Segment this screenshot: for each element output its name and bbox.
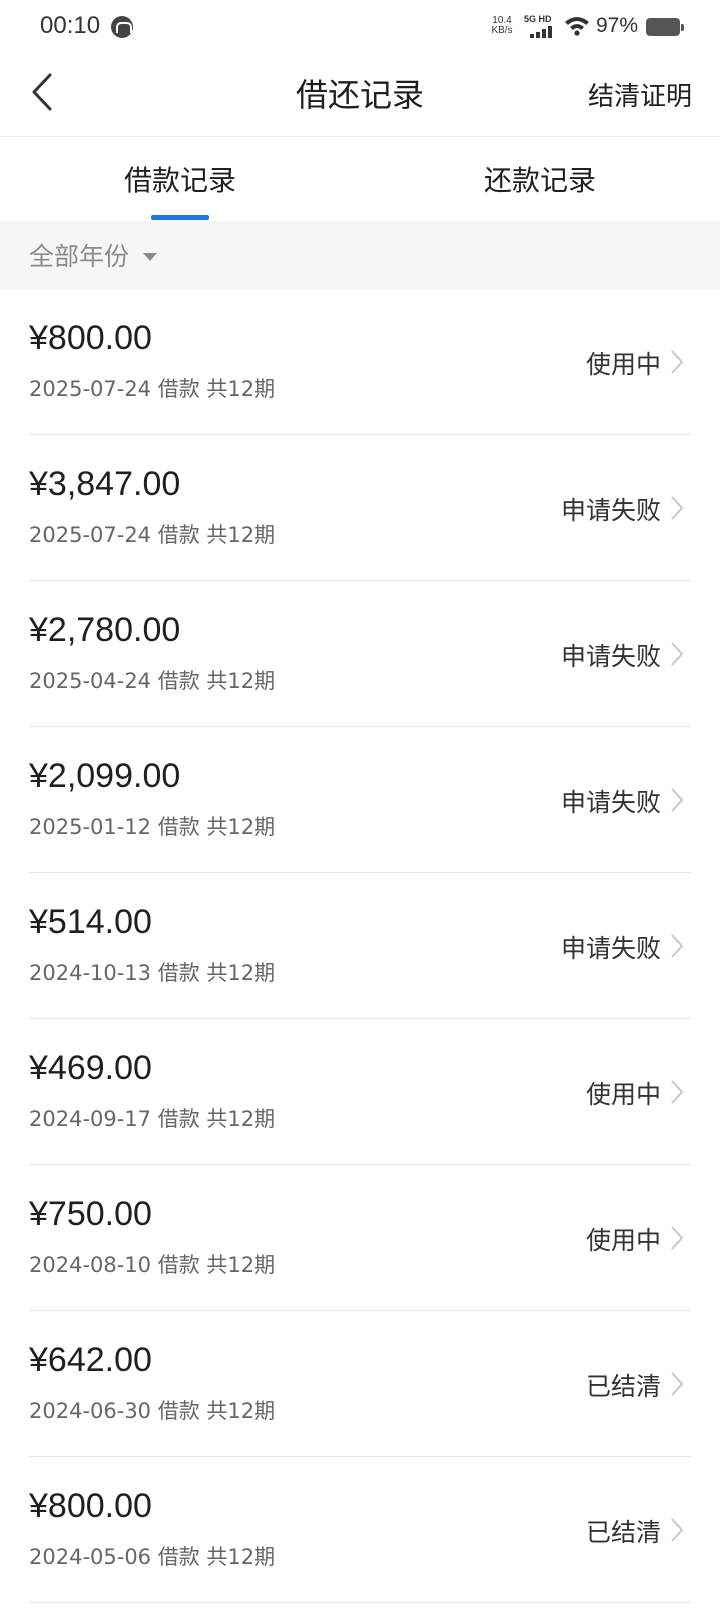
loan-record-row[interactable]: ¥800.00 2024-05-06 借款 共12期 已结清: [29, 1457, 691, 1603]
loan-record-row[interactable]: ¥514.00 2024-10-13 借款 共12期 申请失败: [29, 873, 691, 1019]
loan-meta: 2024-08-10 借款 共12期: [29, 1253, 276, 1277]
loan-meta: 2024-06-30 借款 共12期: [29, 1399, 276, 1423]
loan-meta: 2025-01-12 借款 共12期: [29, 815, 276, 839]
loan-amount: ¥800.00: [29, 1487, 152, 1525]
loan-status: 申请失败: [560, 642, 661, 671]
chevron-right-icon: [671, 496, 684, 520]
loan-amount: ¥469.00: [29, 1049, 152, 1087]
chevron-right-icon: [671, 1080, 684, 1104]
loan-meta: 2024-05-06 借款 共12期: [29, 1545, 276, 1569]
loan-amount: ¥750.00: [29, 1195, 152, 1233]
loan-amount: ¥3,847.00: [29, 465, 181, 503]
loan-record-row[interactable]: ¥750.00 2024-08-10 借款 共12期 使用中: [29, 1165, 691, 1311]
loan-status: 使用中: [585, 1080, 661, 1109]
chevron-right-icon: [671, 642, 684, 666]
tab-borrow-records[interactable]: 借款记录: [0, 137, 360, 221]
tab-repay-records[interactable]: 还款记录: [360, 137, 720, 221]
year-filter[interactable]: 全部年份: [0, 221, 720, 289]
loan-amount: ¥2,099.00: [29, 757, 181, 795]
loan-amount: ¥642.00: [29, 1341, 152, 1379]
loan-meta: 2024-09-17 借款 共12期: [29, 1107, 276, 1131]
network-type-label: 5G HD: [524, 14, 552, 24]
loan-meta: 2025-04-24 借款 共12期: [29, 669, 276, 693]
loan-status: 申请失败: [560, 496, 661, 525]
loan-status: 已结清: [585, 1518, 661, 1547]
loan-meta: 2025-07-24 借款 共12期: [29, 377, 276, 401]
network-speed: 10.4 KB/s: [488, 16, 516, 36]
loan-record-row[interactable]: ¥2,780.00 2025-04-24 借款 共12期 申请失败: [29, 581, 691, 727]
loan-status: 使用中: [585, 1226, 661, 1255]
loan-status: 已结清: [585, 1372, 661, 1401]
chevron-right-icon: [671, 350, 684, 374]
loan-record-row[interactable]: ¥3,847.00 2025-07-24 借款 共12期 申请失败: [29, 435, 691, 581]
caret-down-icon: [143, 252, 158, 261]
loan-status: 申请失败: [560, 788, 661, 817]
loan-meta: 2025-07-24 借款 共12期: [29, 523, 276, 547]
loan-status: 使用中: [585, 350, 661, 379]
loan-record-row[interactable]: ¥469.00 2024-09-17 借款 共12期 使用中: [29, 1019, 691, 1165]
chevron-right-icon: [671, 788, 684, 812]
wifi-icon: [565, 17, 589, 36]
chevron-right-icon: [671, 1372, 684, 1396]
loan-records-list: ¥800.00 2025-07-24 借款 共12期 使用中 ¥3,847.00…: [0, 289, 720, 1603]
chevron-right-icon: [671, 1518, 684, 1542]
loan-status: 申请失败: [560, 934, 661, 963]
loan-amount: ¥2,780.00: [29, 611, 181, 649]
battery-icon: [646, 18, 684, 36]
chevron-right-icon: [671, 1226, 684, 1250]
loan-record-row[interactable]: ¥642.00 2024-06-30 借款 共12期 已结清: [29, 1311, 691, 1457]
chevron-right-icon: [671, 934, 684, 958]
status-time: 00:10: [40, 12, 101, 39]
cellular-signal-icon: 5G HD: [524, 14, 558, 40]
loan-record-row[interactable]: ¥2,099.00 2025-01-12 借款 共12期 申请失败: [29, 727, 691, 873]
status-bar: 00:10 10.4 KB/s 5G HD 97%: [0, 0, 720, 56]
network-speed-unit: KB/s: [491, 25, 513, 36]
loan-amount: ¥800.00: [29, 319, 152, 357]
loan-record-row[interactable]: ¥800.00 2025-07-24 借款 共12期 使用中: [29, 289, 691, 435]
record-tabs: 借款记录 还款记录: [0, 137, 720, 221]
notification-app-icon: [111, 16, 133, 38]
borrow-repay-records-screen: 00:10 10.4 KB/s 5G HD 97% 借还记录 结清证明 借款记录…: [0, 0, 720, 1612]
loan-amount: ¥514.00: [29, 903, 152, 941]
settlement-certificate-button[interactable]: 结清证明: [588, 76, 692, 113]
navigation-header: 借还记录 结清证明: [0, 56, 720, 136]
battery-percent: 97%: [596, 14, 639, 37]
year-filter-label: 全部年份: [29, 242, 130, 271]
loan-meta: 2024-10-13 借款 共12期: [29, 961, 276, 985]
active-tab-indicator: [151, 215, 209, 220]
